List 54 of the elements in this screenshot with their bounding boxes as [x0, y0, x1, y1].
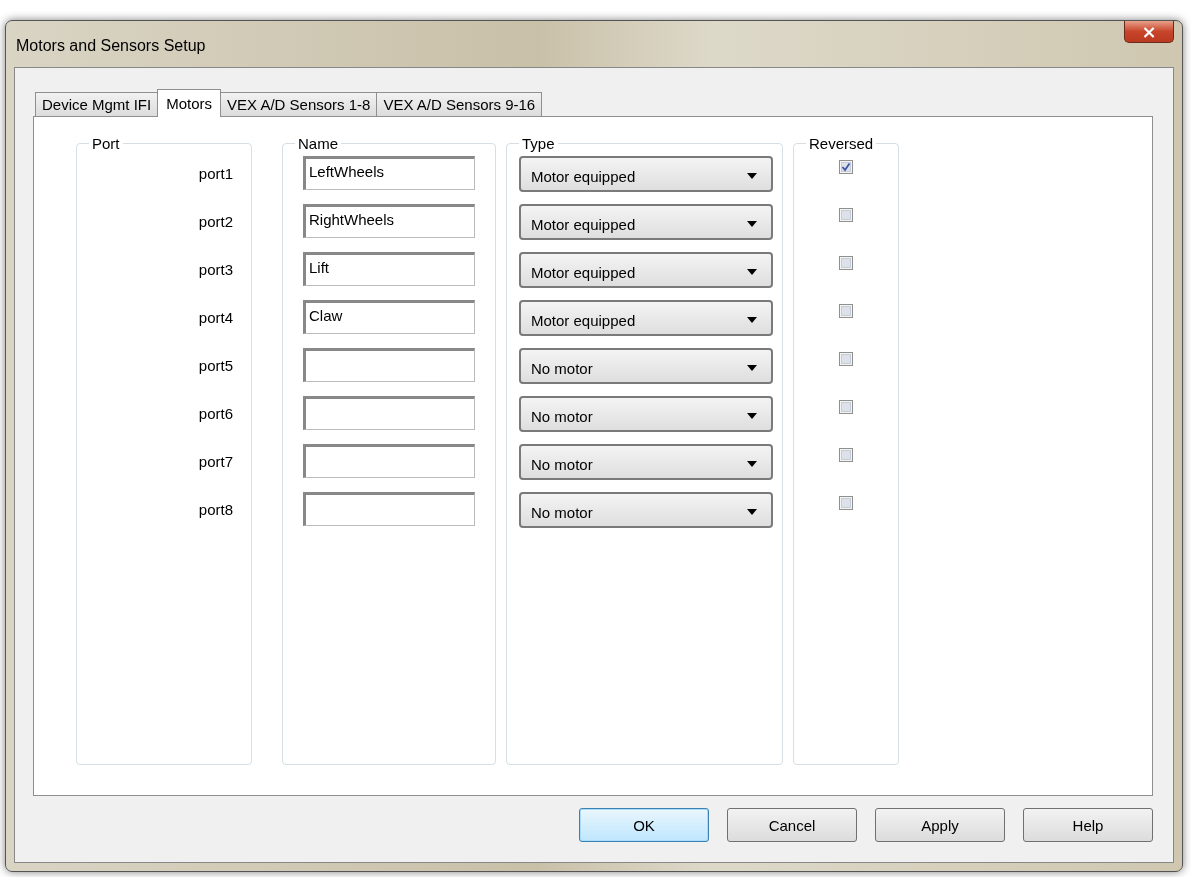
port-label: port3: [198, 260, 233, 280]
caret-icon: [747, 269, 757, 275]
dialog-button[interactable]: Cancel: [727, 808, 857, 842]
type-dropdown[interactable]: Motor equipped: [519, 204, 773, 240]
name-field[interactable]: LeftWheels: [303, 156, 475, 190]
checkbox[interactable]: [839, 496, 853, 510]
name-field[interactable]: RightWheels: [303, 204, 475, 238]
checkbox[interactable]: [839, 256, 853, 270]
name-field[interactable]: [303, 348, 475, 382]
tab[interactable]: VEX A/D Sensors 1-8: [220, 92, 378, 116]
type-dropdown[interactable]: No motor: [519, 492, 773, 528]
port-label: port7: [198, 452, 233, 472]
type-dropdown[interactable]: No motor: [519, 348, 773, 384]
checkbox[interactable]: [839, 352, 853, 366]
type-dropdown[interactable]: Motor equipped: [519, 300, 773, 336]
port-label: port5: [198, 356, 233, 376]
port-label: port6: [198, 404, 233, 424]
type-dropdown[interactable]: Motor equipped: [519, 252, 773, 288]
window-title: Motors and Sensors Setup: [16, 37, 206, 55]
caret-icon: [747, 317, 757, 323]
caret-icon: [747, 173, 757, 179]
close-button[interactable]: ×: [1124, 21, 1174, 43]
name-field[interactable]: [303, 444, 475, 478]
tab[interactable]: VEX A/D Sensors 9-16: [376, 92, 543, 116]
caret-icon: [747, 221, 757, 227]
name-field[interactable]: [303, 396, 475, 430]
group-label: Name: [297, 135, 339, 152]
dialog-button[interactable]: OK: [579, 808, 709, 842]
caret-icon: [747, 413, 757, 419]
group-label: Reversed: [808, 135, 875, 152]
tab[interactable]: Motors: [157, 89, 222, 117]
checkbox[interactable]: [839, 304, 853, 318]
port-label: port1: [198, 164, 233, 184]
caret-icon: [747, 461, 757, 467]
name-field[interactable]: [303, 492, 475, 526]
dialog-button[interactable]: Help: [1023, 808, 1153, 842]
type-dropdown[interactable]: Motor equipped: [519, 156, 773, 192]
checkbox[interactable]: [839, 208, 853, 222]
port-label: port2: [198, 212, 233, 232]
group-label: Type: [521, 135, 556, 152]
tab[interactable]: Device Mgmt IFI: [35, 92, 159, 116]
checkbox[interactable]: [839, 400, 853, 414]
type-dropdown[interactable]: No motor: [519, 396, 773, 432]
caret-icon: [747, 509, 757, 515]
name-field[interactable]: Claw: [303, 300, 475, 334]
caret-icon: [747, 365, 757, 371]
group-label: Port: [91, 135, 121, 152]
port-label: port8: [198, 500, 233, 520]
type-dropdown[interactable]: No motor: [519, 444, 773, 480]
checkbox[interactable]: [839, 160, 853, 174]
port-label: port4: [198, 308, 233, 328]
dialog-button[interactable]: Apply: [875, 808, 1005, 842]
name-field[interactable]: Lift: [303, 252, 475, 286]
checkbox[interactable]: [839, 448, 853, 462]
